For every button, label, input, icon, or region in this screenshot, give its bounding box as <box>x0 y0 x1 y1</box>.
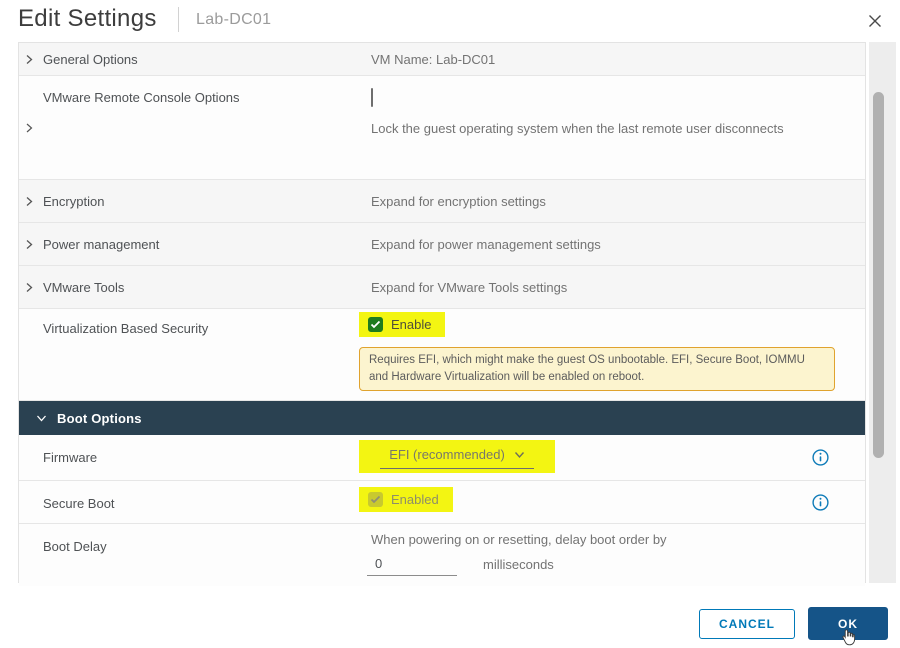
settings-table: General Options VM Name: Lab-DC01 VMware… <box>18 42 866 583</box>
secure-boot-info-button[interactable] <box>812 494 829 511</box>
general-options-label-col: General Options <box>19 52 359 67</box>
close-icon <box>867 13 883 29</box>
remote-console-label: VMware Remote Console Options <box>43 90 240 105</box>
vbs-enable-checkbox[interactable] <box>368 317 383 332</box>
dialog-footer: CANCEL OK <box>699 607 888 640</box>
firmware-dropdown-highlight: EFI (recommended) <box>359 440 555 473</box>
row-firmware: Firmware EFI (recommended) <box>19 435 865 481</box>
checkmark-icon <box>370 495 381 504</box>
close-button[interactable] <box>864 10 886 32</box>
secure-boot-checkbox-label: Enabled <box>391 492 439 507</box>
info-icon <box>812 494 829 511</box>
scrollbar-track[interactable] <box>869 42 896 583</box>
firmware-selected-value: EFI (recommended) <box>389 447 505 462</box>
row-boot-delay: Boot Delay When powering on or resetting… <box>19 524 865 586</box>
firmware-info-button[interactable] <box>812 449 829 466</box>
secure-boot-label: Secure Boot <box>43 496 115 511</box>
chevron-down-icon <box>514 451 525 459</box>
row-remote-console-options: VMware Remote Console Options Lock the g… <box>19 76 865 180</box>
row-general-options[interactable]: General Options VM Name: Lab-DC01 <box>19 43 865 76</box>
vbs-enable-label: Enable <box>391 317 431 332</box>
remote-console-value-col: Lock the guest operating system when the… <box>359 76 865 179</box>
secure-boot-checkbox-highlight: Enabled <box>359 487 453 512</box>
section-header-boot-options[interactable]: Boot Options <box>19 401 865 435</box>
firmware-dropdown[interactable]: EFI (recommended) <box>380 447 534 469</box>
lock-guest-os-checkbox[interactable] <box>371 88 373 107</box>
boot-delay-description: When powering on or resetting, delay boo… <box>371 532 667 547</box>
vmware-tools-hint: Expand for VMware Tools settings <box>371 280 567 295</box>
vbs-warning-message: Requires EFI, which might make the guest… <box>359 347 835 391</box>
info-icon <box>812 449 829 466</box>
power-management-value-col: Expand for power management settings <box>359 237 865 252</box>
firmware-label: Firmware <box>43 450 97 465</box>
boot-delay-label-col: Boot Delay <box>19 524 359 586</box>
general-options-label: General Options <box>43 52 138 67</box>
vm-name-value: VM Name: Lab-DC01 <box>371 52 495 67</box>
chevron-right-icon[interactable] <box>24 239 34 250</box>
chevron-right-icon[interactable] <box>24 282 34 293</box>
row-vmware-tools[interactable]: VMware Tools Expand for VMware Tools set… <box>19 266 865 309</box>
vbs-label: Virtualization Based Security <box>43 321 208 336</box>
chevron-right-icon[interactable] <box>24 122 34 134</box>
vmware-tools-value-col: Expand for VMware Tools settings <box>359 280 865 295</box>
ok-button[interactable]: OK <box>808 607 888 640</box>
scrollbar-thumb[interactable] <box>873 92 884 458</box>
boot-delay-value-col: When powering on or resetting, delay boo… <box>359 524 865 586</box>
cancel-button[interactable]: CANCEL <box>699 609 795 639</box>
edit-settings-dialog: Edit Settings Lab-DC01 General Options V… <box>0 0 900 648</box>
vbs-enable-checkbox-highlight: Enable <box>359 312 445 337</box>
lock-guest-os-description: Lock the guest operating system when the… <box>371 113 801 144</box>
general-options-value-col: VM Name: Lab-DC01 <box>359 52 865 67</box>
boot-delay-input[interactable] <box>367 554 457 576</box>
row-virtualization-based-security: Virtualization Based Security Enable Req… <box>19 309 865 401</box>
secure-boot-label-col: Secure Boot <box>19 481 359 523</box>
row-power-management[interactable]: Power management Expand for power manage… <box>19 223 865 266</box>
encryption-label: Encryption <box>43 194 104 209</box>
boot-options-header-label: Boot Options <box>57 411 142 426</box>
power-management-label-col: Power management <box>19 237 359 252</box>
boot-delay-label: Boot Delay <box>43 539 107 554</box>
chevron-down-icon[interactable] <box>36 413 47 423</box>
secure-boot-value-col: Enabled <box>359 481 865 523</box>
row-secure-boot: Secure Boot Enabled <box>19 481 865 524</box>
vmware-tools-label-col: VMware Tools <box>19 280 359 295</box>
remote-console-label-col: VMware Remote Console Options <box>19 76 359 179</box>
firmware-value-col: EFI (recommended) <box>359 435 865 480</box>
encryption-label-col: Encryption <box>19 194 359 209</box>
boot-delay-unit: milliseconds <box>483 557 554 576</box>
vbs-label-col: Virtualization Based Security <box>19 309 359 400</box>
secure-boot-checkbox <box>368 492 383 507</box>
encryption-value-col: Expand for encryption settings <box>359 194 865 209</box>
checkmark-icon <box>370 320 381 329</box>
vmware-tools-label: VMware Tools <box>43 280 124 295</box>
encryption-hint: Expand for encryption settings <box>371 194 546 209</box>
vm-name-subtitle: Lab-DC01 <box>196 11 271 29</box>
power-management-label: Power management <box>43 237 159 252</box>
title-divider <box>178 7 179 32</box>
power-management-hint: Expand for power management settings <box>371 237 601 252</box>
titlebar: Edit Settings Lab-DC01 <box>0 0 900 40</box>
chevron-right-icon[interactable] <box>24 54 34 65</box>
firmware-label-col: Firmware <box>19 435 359 480</box>
chevron-right-icon[interactable] <box>24 196 34 207</box>
dialog-title: Edit Settings <box>18 5 157 33</box>
row-encryption[interactable]: Encryption Expand for encryption setting… <box>19 180 865 223</box>
vbs-value-col: Enable Requires EFI, which might make th… <box>359 309 865 400</box>
